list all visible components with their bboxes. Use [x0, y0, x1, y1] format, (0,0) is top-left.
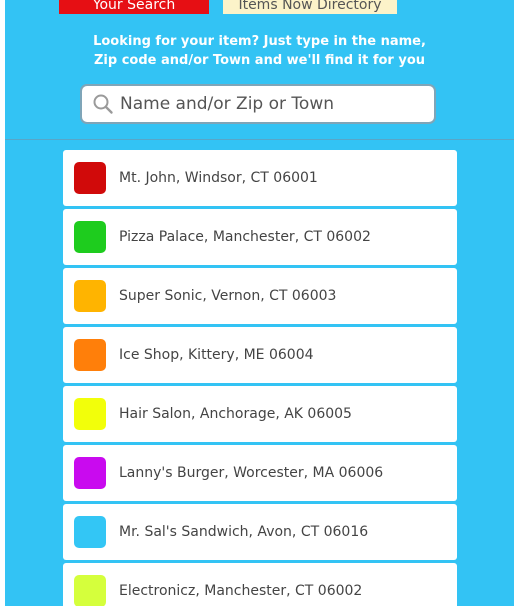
list-item[interactable]: Electronicz, Manchester, CT 06002	[63, 563, 457, 606]
color-swatch	[74, 457, 106, 489]
tab-directory[interactable]: Items Now Directory	[223, 0, 397, 14]
results-list: Mt. John, Windsor, CT 06001 Pizza Palace,…	[63, 150, 457, 606]
color-swatch	[74, 339, 106, 371]
list-item-label: Ice Shop, Kittery, ME 06004	[119, 347, 314, 363]
search-instructions: Looking for your item? Just type in the …	[5, 32, 514, 70]
list-item-label: Electronicz, Manchester, CT 06002	[119, 583, 363, 599]
list-item-label: Pizza Palace, Manchester, CT 06002	[119, 229, 371, 245]
list-item[interactable]: Hair Salon, Anchorage, AK 06005	[63, 386, 457, 442]
color-swatch	[74, 516, 106, 548]
color-swatch	[74, 398, 106, 430]
list-item[interactable]: Mr. Sal's Sandwich, Avon, CT 06016	[63, 504, 457, 560]
list-item[interactable]: Lanny's Burger, Worcester, MA 06006	[63, 445, 457, 501]
tab-directory-label: Items Now Directory	[238, 0, 382, 13]
instructions-line-1: Looking for your item? Just type in the …	[93, 34, 426, 49]
list-item-label: Hair Salon, Anchorage, AK 06005	[119, 406, 352, 422]
color-swatch	[74, 575, 106, 606]
search-input[interactable]	[120, 94, 420, 114]
instructions-line-2: Zip code and/or Town and we'll find it f…	[93, 53, 426, 68]
list-item[interactable]: Ice Shop, Kittery, ME 06004	[63, 327, 457, 383]
tab-your-search[interactable]: Your Search	[59, 0, 209, 14]
search-box[interactable]	[80, 84, 436, 124]
list-item-label: Mr. Sal's Sandwich, Avon, CT 06016	[119, 524, 369, 540]
list-item[interactable]: Pizza Palace, Manchester, CT 06002	[63, 209, 457, 265]
list-item-label: Mt. John, Windsor, CT 06001	[119, 170, 318, 186]
list-item-label: Super Sonic, Vernon, CT 06003	[119, 288, 337, 304]
color-swatch	[74, 280, 106, 312]
color-swatch	[74, 221, 106, 253]
list-item-label: Lanny's Burger, Worcester, MA 06006	[119, 465, 384, 481]
search-icon	[93, 94, 113, 114]
list-item[interactable]: Mt. John, Windsor, CT 06001	[63, 150, 457, 206]
divider	[5, 139, 514, 140]
color-swatch	[74, 162, 106, 194]
tab-your-search-label: Your Search	[92, 0, 176, 13]
list-item[interactable]: Super Sonic, Vernon, CT 06003	[63, 268, 457, 324]
app-frame: Your Search Items Now Directory Looking …	[5, 0, 514, 606]
